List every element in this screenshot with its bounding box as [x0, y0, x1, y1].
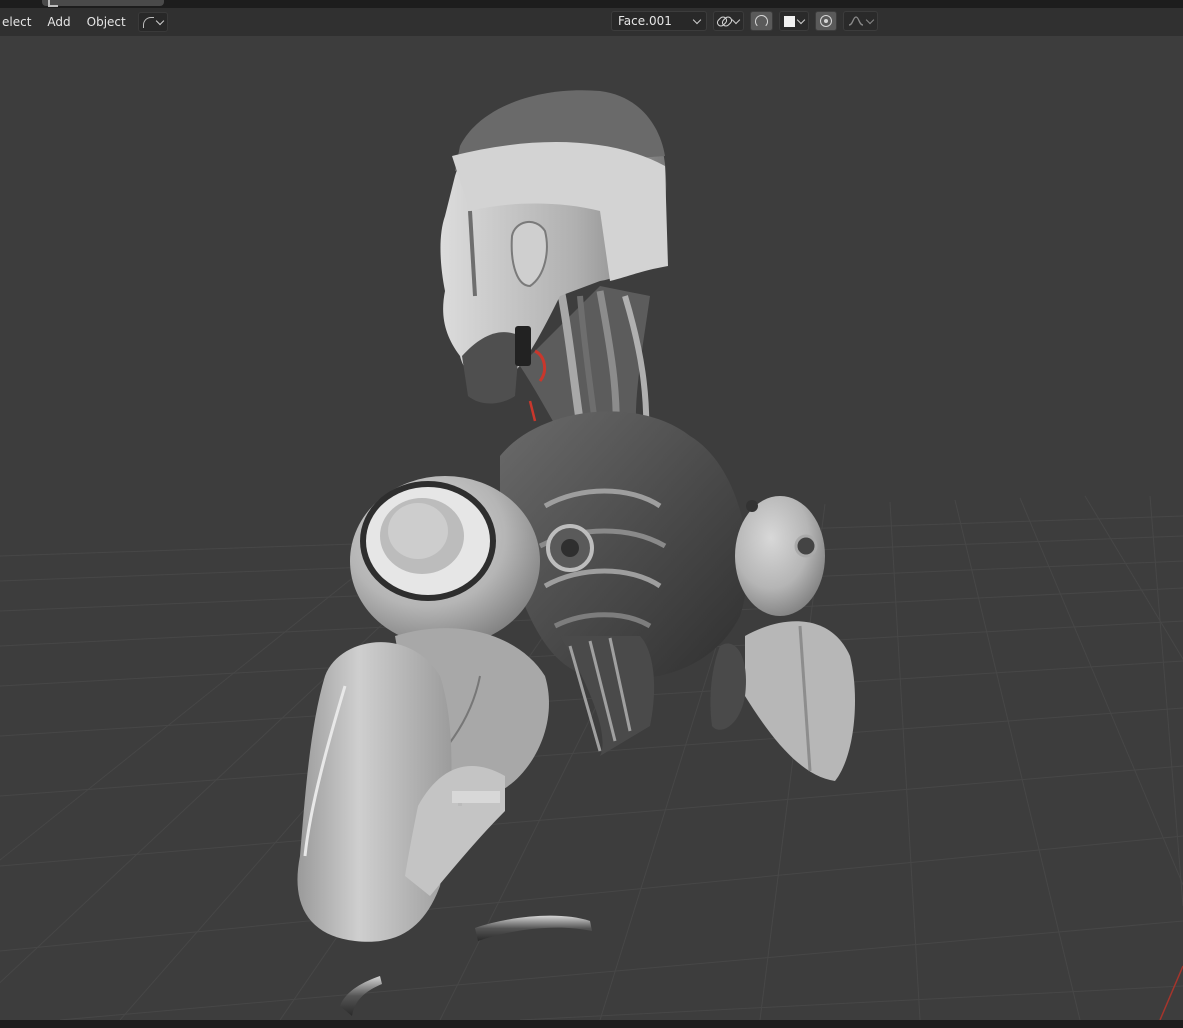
- falloff-curve-icon: [848, 16, 864, 26]
- chevron-down-icon: [796, 15, 806, 24]
- link-icon: [718, 15, 730, 27]
- chevron-down-icon: [155, 16, 164, 25]
- link-button[interactable]: [713, 11, 744, 31]
- top-bar: [0, 0, 1183, 8]
- viewport-header: elect Add Object Face.001: [0, 8, 1183, 36]
- snap-toggle[interactable]: [750, 11, 773, 31]
- chevron-down-icon: [865, 15, 875, 24]
- proportional-editing-toggle[interactable]: [815, 11, 837, 31]
- blender-window: elect Add Object Face.001: [0, 0, 1183, 1028]
- select-menu[interactable]: elect: [0, 9, 39, 35]
- 3d-viewport[interactable]: [0, 36, 1183, 1021]
- object-selector-label: Face.001: [618, 14, 672, 28]
- add-menu[interactable]: Add: [39, 9, 78, 35]
- color-swatch-icon: [784, 15, 795, 27]
- object-menu[interactable]: Object: [79, 9, 134, 35]
- chevron-down-icon: [692, 15, 702, 24]
- snap-icon: [755, 14, 768, 28]
- falloff-button[interactable]: [843, 11, 878, 31]
- robot-bust-model: [297, 90, 855, 1016]
- proportional-editing-icon: [820, 15, 832, 27]
- header-center-tools: Face.001: [611, 11, 878, 31]
- x-axis-line: [1159, 965, 1183, 1021]
- viewport-canvas: [0, 90, 1183, 1021]
- workspace-tab[interactable]: [42, 0, 164, 7]
- object-selector-dropdown[interactable]: Face.001: [611, 11, 707, 31]
- curve-mode-icon: [142, 16, 154, 28]
- workspace-tab-icon: [48, 0, 58, 7]
- status-bar: [0, 1020, 1183, 1028]
- curve-mode-button[interactable]: [137, 12, 168, 32]
- color-swatch-button[interactable]: [779, 11, 809, 31]
- chevron-down-icon: [731, 15, 741, 24]
